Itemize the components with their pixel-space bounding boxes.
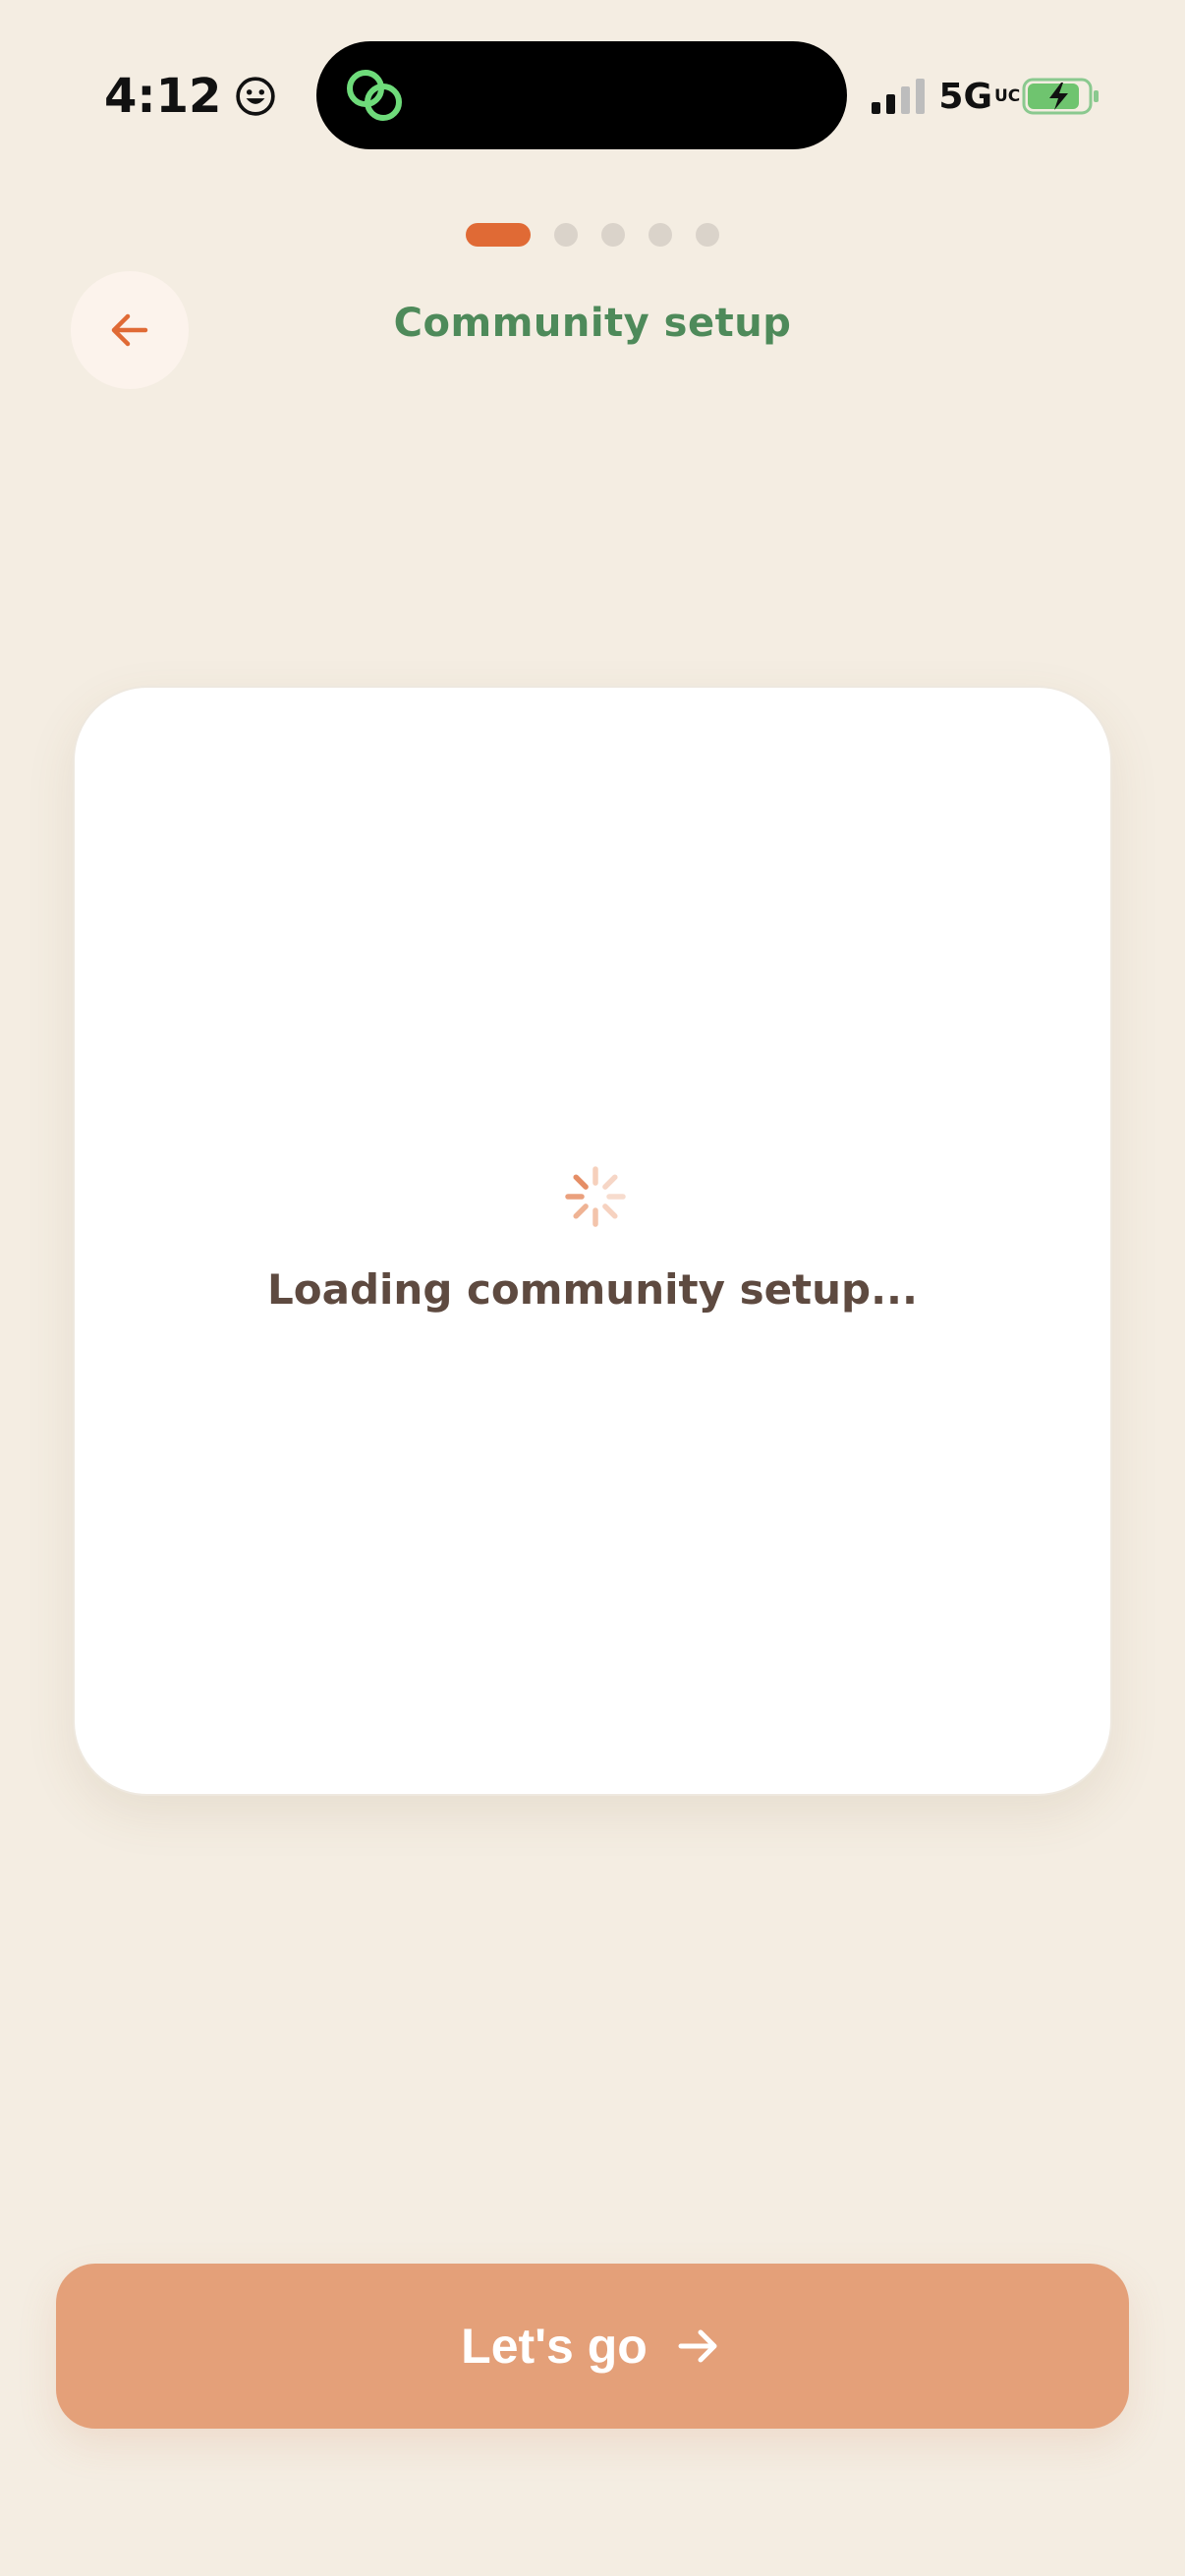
step-progress xyxy=(0,223,1185,247)
signal-strength-icon xyxy=(872,79,926,114)
lets-go-label: Let's go xyxy=(461,2319,648,2374)
step-dot xyxy=(649,223,672,247)
network-label: 5G UC xyxy=(938,76,1021,117)
status-indicators: 5G UC xyxy=(872,69,1100,124)
page-title: Community setup xyxy=(393,301,792,346)
arrow-right-icon xyxy=(678,2329,717,2363)
status-time-text: 4:12 xyxy=(104,69,222,124)
status-time: 4:12 xyxy=(104,65,276,128)
loading-spinner-icon xyxy=(565,1166,626,1227)
battery-charging-icon xyxy=(1022,78,1099,115)
lets-go-button[interactable]: Let's go xyxy=(56,2264,1129,2429)
network-suffix: UC xyxy=(994,86,1021,106)
step-dot-active xyxy=(466,223,531,247)
linked-rings-icon xyxy=(347,70,402,121)
loading-message: Loading community setup... xyxy=(267,1265,918,1314)
step-dot xyxy=(554,223,578,247)
setup-card: Loading community setup... xyxy=(73,686,1112,1796)
dynamic-island xyxy=(316,41,847,149)
onboarding-screen: 4:12 5G UC Community setup Loading commu… xyxy=(0,0,1185,2576)
smiley-icon xyxy=(236,77,276,116)
step-dot xyxy=(696,223,719,247)
network-text: 5G xyxy=(938,76,992,117)
step-dot xyxy=(601,223,625,247)
